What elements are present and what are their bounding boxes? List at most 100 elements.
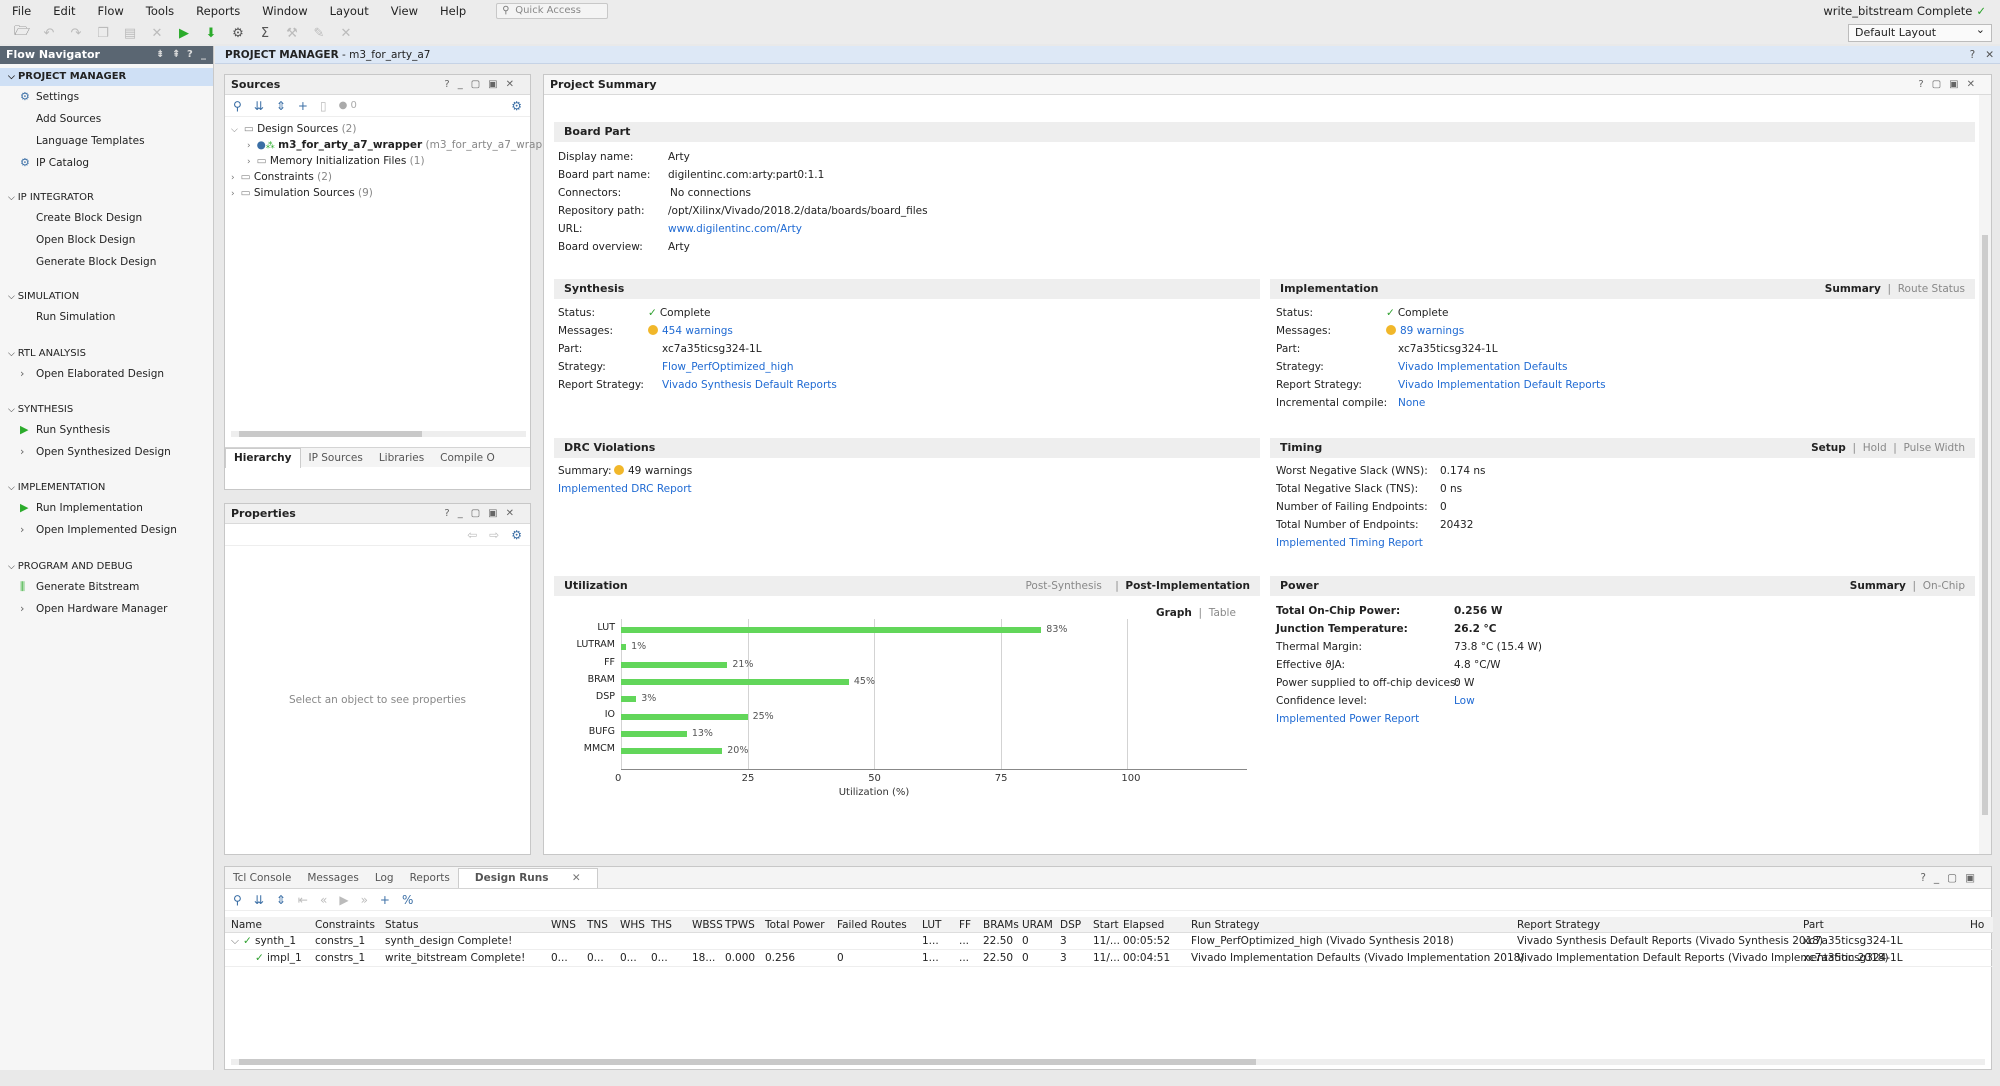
column-header[interactable]: WHS bbox=[620, 917, 645, 933]
open-project-icon[interactable]: 🗁 bbox=[12, 24, 32, 42]
back-icon[interactable]: ⇦ bbox=[467, 528, 477, 542]
cancel-icon[interactable]: ✕ bbox=[336, 24, 356, 42]
impl-tab-summary[interactable]: Summary bbox=[1825, 283, 1881, 295]
util-tab-post-implementation[interactable]: Post-Implementation bbox=[1125, 580, 1250, 592]
impl-strategy-link[interactable]: Vivado Implementation Defaults bbox=[1398, 361, 1568, 373]
column-header[interactable]: Report Strategy bbox=[1517, 917, 1600, 933]
board-url-link[interactable]: www.digilentinc.com/Arty bbox=[668, 223, 802, 235]
column-header[interactable]: FF bbox=[959, 917, 971, 933]
util-view-graph[interactable]: Graph bbox=[1156, 607, 1192, 619]
tab-design-runs[interactable]: Design Runs ✕ bbox=[457, 867, 598, 888]
horizontal-scrollbar[interactable] bbox=[231, 431, 526, 437]
impl-tab-route-status[interactable]: Route Status bbox=[1898, 283, 1965, 295]
nav-open-synthesized[interactable]: › Open Synthesized Design bbox=[20, 445, 171, 458]
nav-run-implementation[interactable]: ▶ Run Implementation bbox=[20, 501, 143, 514]
nav-ip-catalog[interactable]: ⚙ IP Catalog bbox=[20, 156, 89, 169]
column-header[interactable]: Total Power bbox=[765, 917, 825, 933]
section-rtl-analysis[interactable]: RTL ANALYSIS bbox=[8, 348, 86, 359]
synthesis-strategy-link[interactable]: Flow_PerfOptimized_high bbox=[662, 361, 794, 373]
tab-log[interactable]: Log bbox=[367, 872, 402, 884]
column-header[interactable]: LUT bbox=[922, 917, 941, 933]
nav-generate-block-design[interactable]: Generate Block Design bbox=[36, 256, 156, 268]
expand-all-icon[interactable]: ⇕ bbox=[276, 99, 286, 113]
tree-constraints[interactable]: › ▭ Constraints (2) bbox=[231, 171, 332, 183]
nav-create-block-design[interactable]: Create Block Design bbox=[36, 212, 142, 224]
column-header[interactable]: Status bbox=[385, 917, 418, 933]
nav-open-implemented[interactable]: › Open Implemented Design bbox=[20, 523, 177, 536]
collapse-all-icon[interactable]: ⇊ bbox=[254, 893, 264, 907]
column-header[interactable]: Failed Routes bbox=[837, 917, 907, 933]
tree-design-sources[interactable]: ⌵ ▭ Design Sources (2) bbox=[231, 123, 356, 135]
tree-wrapper[interactable]: › ●⁂ m3_for_arty_a7_wrapper (m3_for_arty_… bbox=[247, 139, 549, 151]
timing-tab-pulse-width[interactable]: Pulse Width bbox=[1904, 442, 1966, 454]
section-synthesis[interactable]: SYNTHESIS bbox=[8, 404, 74, 415]
first-icon[interactable]: ⇤ bbox=[298, 893, 308, 907]
paste-icon[interactable]: ▤ bbox=[120, 24, 140, 42]
panel-controls[interactable]: ?▢▣✕ bbox=[1918, 75, 1983, 95]
nav-settings[interactable]: ⚙ Settings bbox=[20, 90, 79, 103]
column-header[interactable]: Ho bbox=[1970, 917, 1984, 933]
quick-access-search[interactable]: Quick Access bbox=[496, 3, 609, 19]
help-icon[interactable]: ? bbox=[187, 46, 193, 64]
nav-run-simulation[interactable]: Run Simulation bbox=[36, 311, 115, 323]
column-header[interactable]: Run Strategy bbox=[1191, 917, 1259, 933]
synthesis-warnings-link[interactable]: 454 warnings bbox=[662, 325, 733, 337]
menu-layout[interactable]: Layout bbox=[330, 4, 369, 18]
undo-icon[interactable]: ↶ bbox=[39, 24, 59, 42]
nav-open-hardware-manager[interactable]: › Open Hardware Manager bbox=[20, 602, 167, 615]
power-report-link[interactable]: Implemented Power Report bbox=[1276, 713, 1419, 725]
column-header[interactable]: URAM bbox=[1022, 917, 1053, 933]
column-header[interactable]: Elapsed bbox=[1123, 917, 1164, 933]
tab-compile-order[interactable]: Compile O bbox=[432, 452, 503, 464]
timing-tab-setup[interactable]: Setup bbox=[1811, 442, 1846, 454]
column-header[interactable]: BRAMs bbox=[983, 917, 1019, 933]
gear-icon[interactable]: ⚙ bbox=[511, 99, 522, 113]
nav-open-elaborated[interactable]: › Open Elaborated Design bbox=[20, 367, 164, 380]
add-icon[interactable]: + bbox=[380, 893, 390, 907]
power-tab-summary[interactable]: Summary bbox=[1850, 580, 1906, 592]
column-header[interactable]: Constraints bbox=[315, 917, 375, 933]
pm-controls[interactable]: ? ✕ bbox=[1970, 46, 1994, 64]
percent-icon[interactable]: % bbox=[402, 893, 413, 907]
tool-icon[interactable]: ✎ bbox=[309, 24, 329, 42]
section-simulation[interactable]: SIMULATION bbox=[8, 291, 80, 302]
nav-run-synthesis[interactable]: ▶ Run Synthesis bbox=[20, 423, 110, 436]
settings-icon[interactable]: ⚙ bbox=[228, 24, 248, 42]
gear-icon[interactable]: ⚙ bbox=[511, 528, 522, 542]
tree-simulation-sources[interactable]: › ▭ Simulation Sources (9) bbox=[231, 187, 373, 199]
expand-icon[interactable]: ⇞ bbox=[172, 46, 180, 64]
horizontal-scrollbar[interactable] bbox=[231, 1059, 1985, 1065]
nav-open-block-design[interactable]: Open Block Design bbox=[36, 234, 135, 246]
section-program-debug[interactable]: PROGRAM AND DEBUG bbox=[8, 561, 133, 572]
vertical-scrollbar[interactable] bbox=[1979, 95, 1991, 854]
play-icon[interactable]: ▶ bbox=[339, 893, 348, 907]
tab-messages[interactable]: Messages bbox=[299, 872, 367, 884]
doc-icon[interactable]: ▯ bbox=[320, 99, 327, 113]
impl-report-link[interactable]: Vivado Implementation Default Reports bbox=[1398, 379, 1606, 391]
search-icon[interactable]: ⚲ bbox=[233, 99, 242, 113]
panel-controls[interactable]: ?_▢▣✕ bbox=[444, 75, 522, 95]
impl-warnings-link[interactable]: 89 warnings bbox=[1400, 325, 1464, 337]
tab-hierarchy[interactable]: Hierarchy bbox=[225, 447, 301, 468]
close-icon[interactable]: ✕ bbox=[564, 872, 589, 884]
delete-icon[interactable]: ✕ bbox=[147, 24, 167, 42]
section-implementation[interactable]: IMPLEMENTATION bbox=[8, 482, 106, 493]
timing-report-link[interactable]: Implemented Timing Report bbox=[1276, 537, 1423, 549]
column-header[interactable]: WNS bbox=[551, 917, 576, 933]
timing-tab-hold[interactable]: Hold bbox=[1863, 442, 1887, 454]
menu-view[interactable]: View bbox=[391, 4, 418, 18]
menu-help[interactable]: Help bbox=[440, 4, 466, 18]
collapse-icon[interactable]: ⇟ bbox=[156, 46, 164, 64]
panel-controls[interactable]: ?_▢▣ bbox=[1912, 872, 1991, 884]
menu-file[interactable]: File bbox=[12, 4, 31, 18]
panel-controls[interactable]: ?_▢▣✕ bbox=[444, 504, 522, 524]
collapse-all-icon[interactable]: ⇊ bbox=[254, 99, 264, 113]
nav-add-sources[interactable]: Add Sources bbox=[36, 113, 101, 125]
column-header[interactable]: TPWS bbox=[725, 917, 755, 933]
column-header[interactable]: WBSS bbox=[692, 917, 723, 933]
column-header[interactable]: Part bbox=[1803, 917, 1824, 933]
drc-report-link[interactable]: Implemented DRC Report bbox=[558, 483, 692, 495]
redo-icon[interactable]: ↷ bbox=[66, 24, 86, 42]
wrench-icon[interactable]: ⚒ bbox=[282, 24, 302, 42]
power-confidence-link[interactable]: Low bbox=[1454, 695, 1475, 707]
